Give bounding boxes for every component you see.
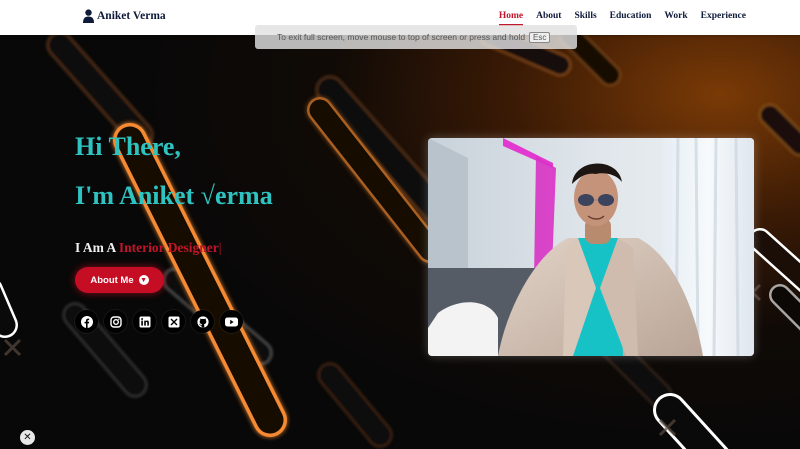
nav-home[interactable]: Home bbox=[498, 11, 524, 26]
facebook-icon[interactable] bbox=[75, 310, 98, 333]
youtube-icon[interactable] bbox=[220, 310, 243, 333]
greeting-line-1: Hi There, bbox=[75, 132, 181, 161]
nav-education[interactable]: Education bbox=[610, 11, 652, 26]
instagram-icon[interactable] bbox=[104, 310, 127, 333]
typing-cursor: | bbox=[218, 240, 222, 255]
tagline-prefix: I Am A bbox=[75, 240, 119, 255]
nav-experience[interactable]: Experience bbox=[701, 11, 746, 26]
user-icon bbox=[83, 9, 94, 23]
greeting-line-2: I'm Aniket √erma bbox=[75, 181, 273, 210]
brand[interactable]: Aniket Verma bbox=[83, 9, 166, 23]
about-me-label: About Me bbox=[90, 274, 134, 286]
brand-name: Aniket Verma bbox=[97, 10, 166, 22]
close-icon[interactable]: ✕ bbox=[20, 430, 35, 445]
github-icon[interactable] bbox=[191, 310, 214, 333]
linkedin-icon[interactable] bbox=[133, 310, 156, 333]
fullscreen-notice-text: To exit full screen, move mouse to top o… bbox=[277, 32, 526, 42]
about-me-button[interactable]: About Me ▼ bbox=[75, 267, 164, 293]
chevron-down-circle-icon: ▼ bbox=[138, 275, 149, 285]
hero-section: Hi There, I'm Aniket √erma I Am A Interi… bbox=[0, 35, 800, 449]
nav-work[interactable]: Work bbox=[664, 11, 687, 26]
nav-skills[interactable]: Skills bbox=[574, 11, 596, 26]
nav-menu: Home About Skills Education Work Experie… bbox=[498, 11, 746, 26]
nav-about[interactable]: About bbox=[536, 11, 561, 26]
social-links bbox=[75, 310, 243, 333]
x-twitter-icon[interactable] bbox=[162, 310, 185, 333]
fullscreen-notice: To exit full screen, move mouse to top o… bbox=[255, 25, 577, 49]
fullscreen-notice-key: Esc bbox=[529, 31, 551, 43]
tagline: I Am A Interior Designer| bbox=[75, 240, 221, 256]
profile-photo bbox=[428, 138, 754, 356]
tagline-role: Interior Designer bbox=[118, 240, 219, 255]
